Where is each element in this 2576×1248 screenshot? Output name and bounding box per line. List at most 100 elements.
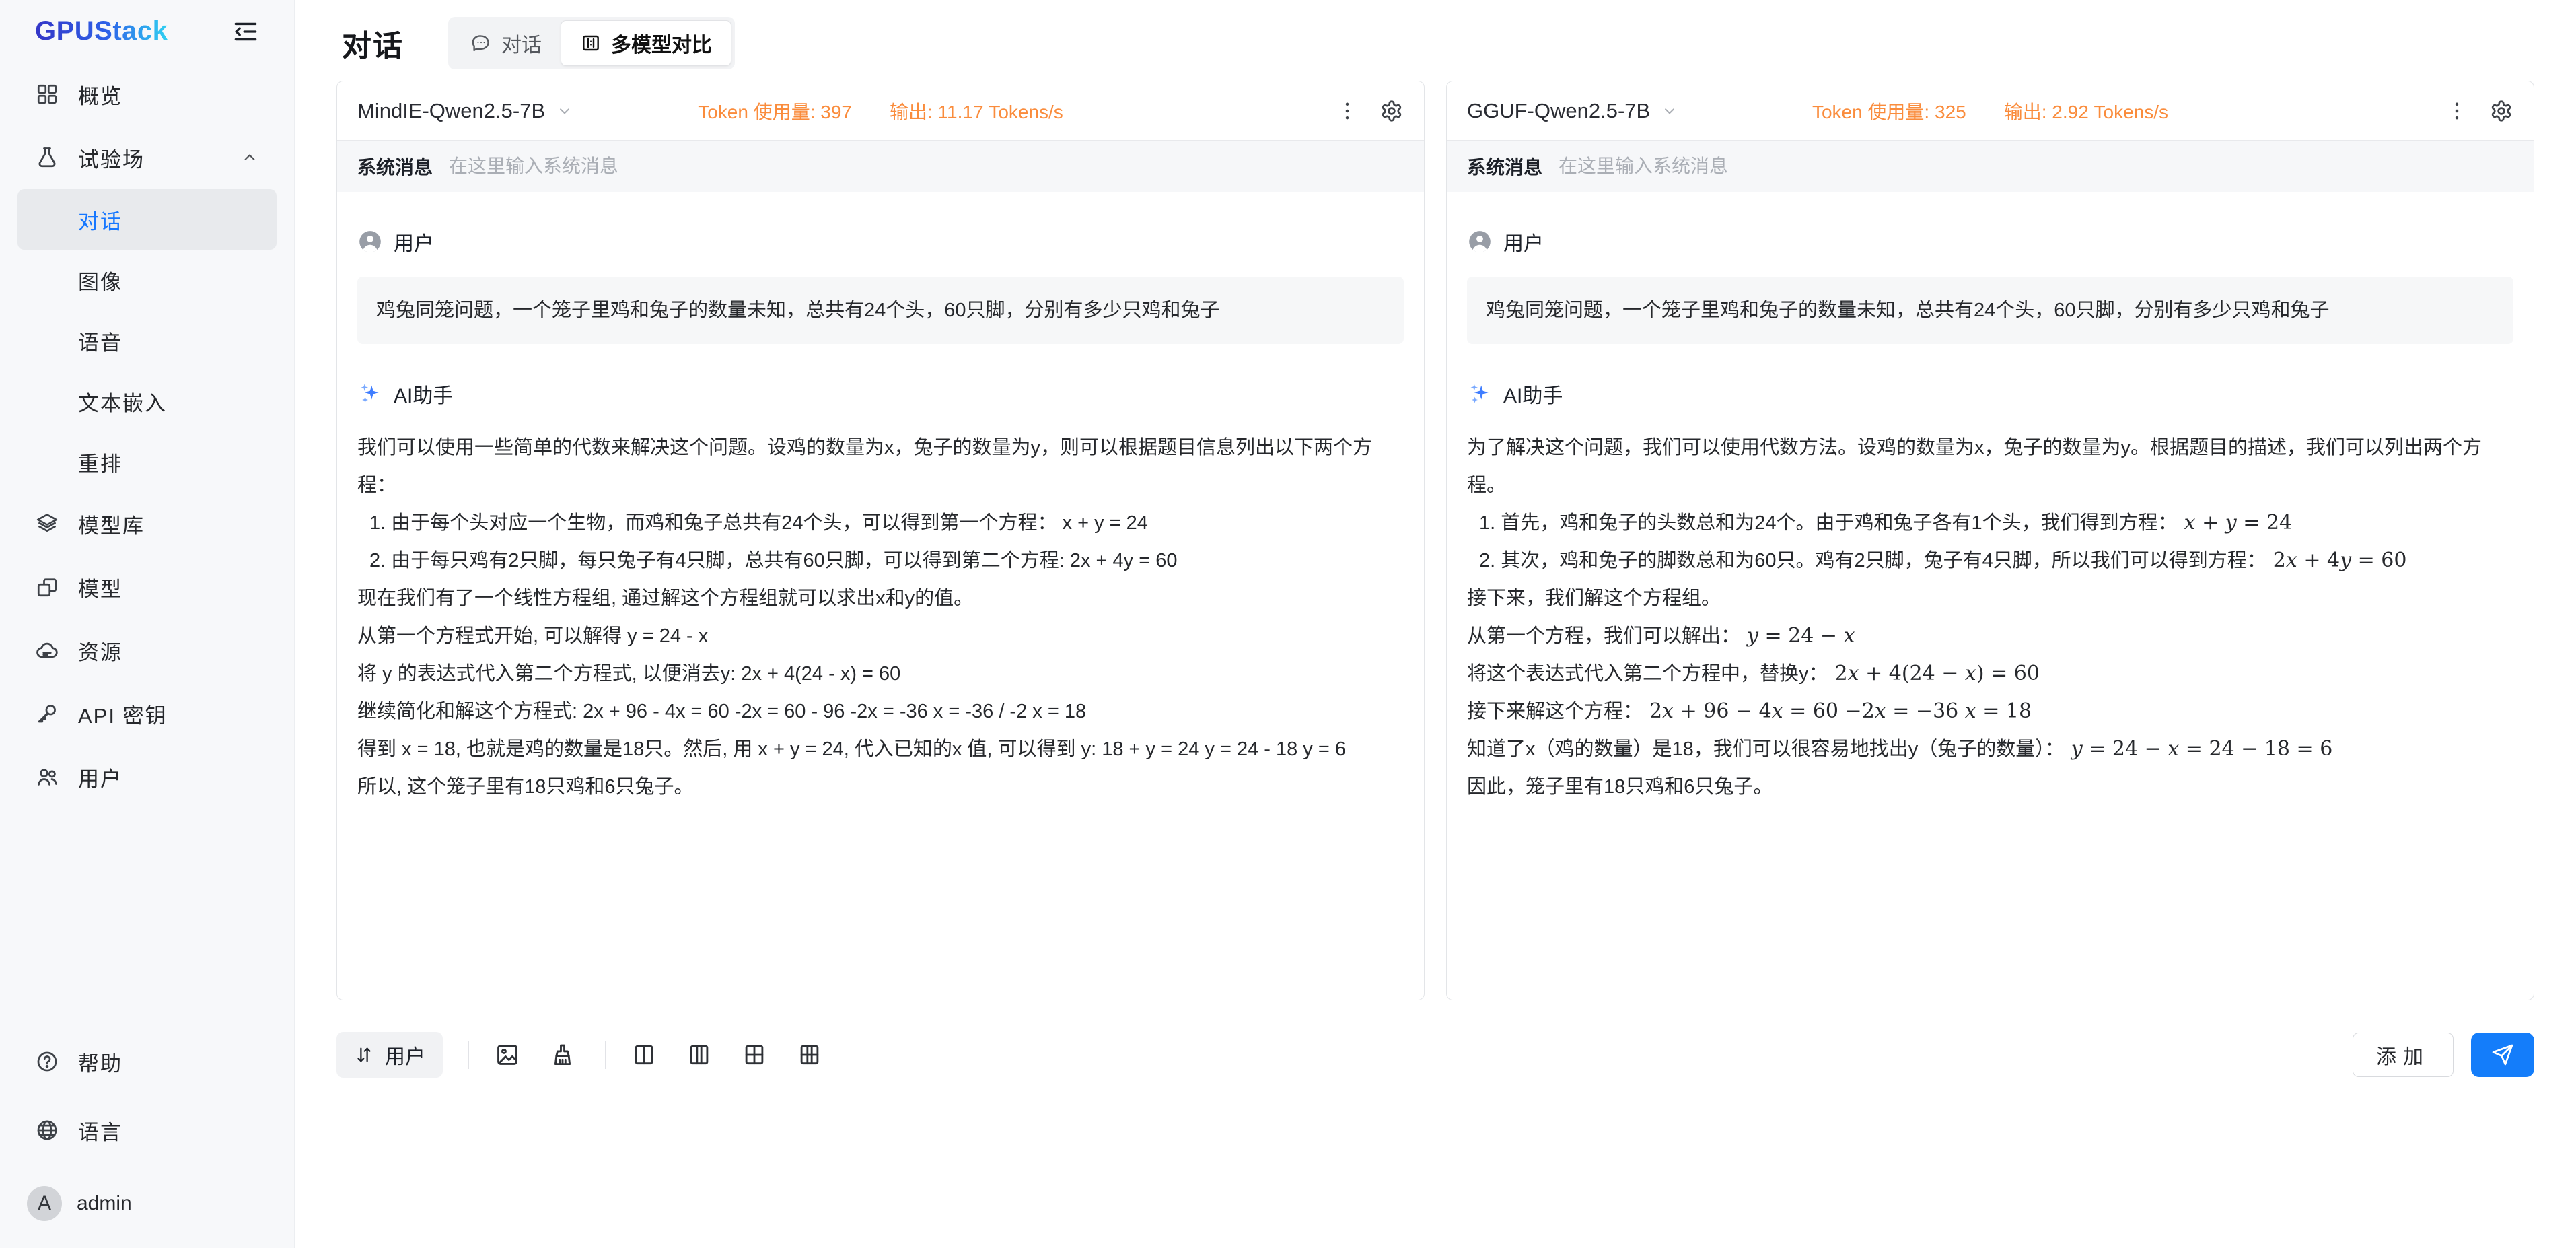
ai-response-line: 现在我们有了一个线性方程组, 通过解这个方程组就可以求出x和y的值。 [357, 580, 1404, 617]
ai-response-line: 从第一个方程，我们可以解出：y = 24 − x [1467, 617, 2513, 655]
math-expression: y = 24 − x = 24 − 18 = 6 [2071, 737, 2333, 761]
sparkles-icon [1467, 381, 1493, 407]
system-message-input[interactable] [1559, 155, 2513, 177]
math-expression: y = 24 − x [1747, 624, 1855, 648]
layout-grid4-icon[interactable] [742, 1042, 767, 1068]
ai-response-line: 得到 x = 18, 也就是鸡的数量是18只。然后, 用 x + y = 24,… [357, 730, 1404, 768]
sidebar-item-embedding[interactable]: 文本嵌入 [17, 371, 277, 431]
sidebar-spacer [0, 808, 294, 1020]
grid-icon [35, 82, 59, 106]
user-menu[interactable]: A admin [0, 1169, 294, 1248]
sidebar-item-overview[interactable]: 概览 [17, 63, 277, 126]
user-role-label: 用户 [1503, 227, 1544, 256]
toolbar-divider [605, 1041, 606, 1069]
bottom-toolbar: 用户 添加 [336, 1031, 2534, 1078]
sidebar-item-chat[interactable]: 对话 [17, 189, 277, 250]
sidebar-item-playground[interactable]: 试验场 [17, 126, 277, 189]
token-stats: Token 使用量: 325 输出: 2.92 Tokens/s [1812, 98, 2168, 125]
math-expression: 2x + 4y = 60 [2273, 549, 2407, 572]
add-model-button[interactable]: 添加 [2353, 1033, 2454, 1077]
user-role-label: 用户 [394, 227, 434, 256]
page-title: 对话 [342, 22, 404, 65]
ai-response-line: 1. 由于每个头对应一个生物，而鸡和兔子总共有24个头，可以得到第一个方程： x… [357, 504, 1404, 542]
output-rate: 输出: 11.17 Tokens/s [890, 98, 1063, 125]
app: GPUStack 概览 试验场 对话 图像 语音 文本嵌入 重排 模型库 模 [0, 0, 2576, 1248]
username: admin [77, 1192, 132, 1215]
ai-response-line: 2. 由于每只鸡有2只脚，每只兔子有4只脚，总共有60只脚，可以得到第二个方程:… [357, 542, 1404, 580]
ai-response-line: 我们可以使用一些简单的代数来解决这个问题。设鸡的数量为x，兔子的数量为y，则可以… [357, 429, 1404, 504]
ai-response-line: 将这个表达式代入第二个方程中，替换y：2x + 4(24 − x) = 60 [1467, 655, 2513, 693]
clear-icon[interactable] [550, 1042, 575, 1068]
ai-response-line: 知道了x（鸡的数量）是18，我们可以很容易地找出y（兔子的数量）：y = 24 … [1467, 730, 2513, 768]
sidebar-item-api-keys[interactable]: API 密钥 [17, 682, 277, 745]
sidebar-item-model-catalog[interactable]: 模型库 [17, 492, 277, 555]
user-message: 鸡兔同笼问题，一个笼子里鸡和兔子的数量未知，总共有24个头，60只脚，分别有多少… [1467, 277, 2513, 344]
sidebar-item-models[interactable]: 模型 [17, 555, 277, 619]
ai-response-line: 为了解决这个问题，我们可以使用代数方法。设鸡的数量为x，兔子的数量为y。根据题目… [1467, 429, 2513, 504]
model-name: GGUF-Qwen2.5-7B [1467, 99, 1650, 123]
topbar: 对话 对话 多模型对比 [336, 15, 2534, 71]
users-icon [35, 765, 59, 789]
conversation: 用户 鸡兔同笼问题，一个笼子里鸡和兔子的数量未知，总共有24个头，60只脚，分别… [337, 192, 1424, 1000]
layout-tools [631, 1042, 852, 1068]
math-expression: 2x + 4(24 − x) = 60 [1835, 662, 2040, 685]
math-expression: x + y = 24 [2184, 511, 2292, 534]
sidebar-item-language[interactable]: 语言 [17, 1096, 277, 1165]
sidebar-item-help[interactable]: 帮助 [17, 1027, 277, 1096]
ai-response: 我们可以使用一些简单的代数来解决这个问题。设鸡的数量为x，兔子的数量为y，则可以… [357, 429, 1404, 806]
logo-row: GPUStack [0, 0, 294, 56]
layers-icon [35, 512, 59, 536]
tab-chat[interactable]: 对话 [452, 20, 561, 66]
conversation: 用户 鸡兔同笼问题，一个笼子里鸡和兔子的数量未知，总共有24个头，60只脚，分别… [1447, 192, 2534, 1000]
sidebar-item-users[interactable]: 用户 [17, 745, 277, 808]
layout-grid6-icon[interactable] [797, 1042, 822, 1068]
collapse-sidebar-icon[interactable] [231, 17, 260, 46]
image-icon[interactable] [495, 1042, 520, 1068]
model-selector[interactable]: GGUF-Qwen2.5-7B [1467, 99, 1812, 123]
send-button[interactable] [2471, 1033, 2534, 1077]
boxes-icon [35, 575, 59, 599]
message-tools [495, 1042, 605, 1068]
sidebar-item-audio[interactable]: 语音 [17, 310, 277, 371]
system-message-label: 系统消息 [357, 153, 433, 180]
sidebar: GPUStack 概览 试验场 对话 图像 语音 文本嵌入 重排 模型库 模 [0, 0, 295, 1248]
ai-response-line: 因此，笼子里有18只鸡和6只兔子。 [1467, 768, 2513, 806]
system-message-label: 系统消息 [1467, 153, 1542, 180]
chevron-down-icon [1661, 102, 1678, 120]
ai-response-line: 接下来，我们解这个方程组。 [1467, 580, 2513, 617]
ai-role-label: AI助手 [1503, 379, 1563, 409]
user-avatar-icon [1467, 229, 1493, 254]
ai-response-line: 所以, 这个笼子里有18只鸡和6只兔子。 [357, 768, 1404, 806]
system-message-row: 系统消息 [337, 141, 1424, 192]
ai-response-line: 接下来解这个方程：2x + 96 − 4x = 60 −2x = −36 x =… [1467, 693, 2513, 730]
sidebar-item-rerank[interactable]: 重排 [17, 431, 277, 492]
ai-role-row: AI助手 [357, 379, 1404, 409]
panel-actions [2168, 99, 2513, 123]
sidebar-footer-nav: 帮助 语言 [0, 1020, 294, 1169]
panel-actions [1063, 99, 1404, 123]
ai-role-label: AI助手 [394, 379, 453, 409]
sidebar-item-resources[interactable]: 资源 [17, 619, 277, 682]
gear-icon[interactable] [1380, 99, 1404, 123]
system-message-input[interactable] [449, 155, 1404, 177]
model-selector[interactable]: MindIE-Qwen2.5-7B [357, 99, 698, 123]
layout-3col-icon[interactable] [686, 1042, 712, 1068]
gear-icon[interactable] [2489, 99, 2513, 123]
kebab-menu-icon[interactable] [2445, 99, 2469, 123]
chevron-up-icon [240, 148, 259, 167]
user-role-row: 用户 [357, 227, 1404, 256]
view-tabs: 对话 多模型对比 [448, 17, 735, 69]
sparkles-icon [357, 381, 383, 407]
layout-2col-icon[interactable] [631, 1042, 657, 1068]
system-message-row: 系统消息 [1447, 141, 2534, 192]
ai-role-row: AI助手 [1467, 379, 2513, 409]
sidebar-item-image[interactable]: 图像 [17, 250, 277, 310]
chat-bubble-icon [470, 32, 492, 54]
token-usage: Token 使用量: 325 [1812, 98, 1966, 125]
ai-response-line: 继续简化和解这个方程式: 2x + 96 - 4x = 60 -2x = 60 … [357, 693, 1404, 730]
output-rate: 输出: 2.92 Tokens/s [2004, 98, 2168, 125]
role-toggle[interactable]: 用户 [336, 1032, 443, 1078]
help-icon [35, 1049, 59, 1074]
kebab-menu-icon[interactable] [1335, 99, 1359, 123]
tab-compare[interactable]: 多模型对比 [561, 20, 731, 66]
